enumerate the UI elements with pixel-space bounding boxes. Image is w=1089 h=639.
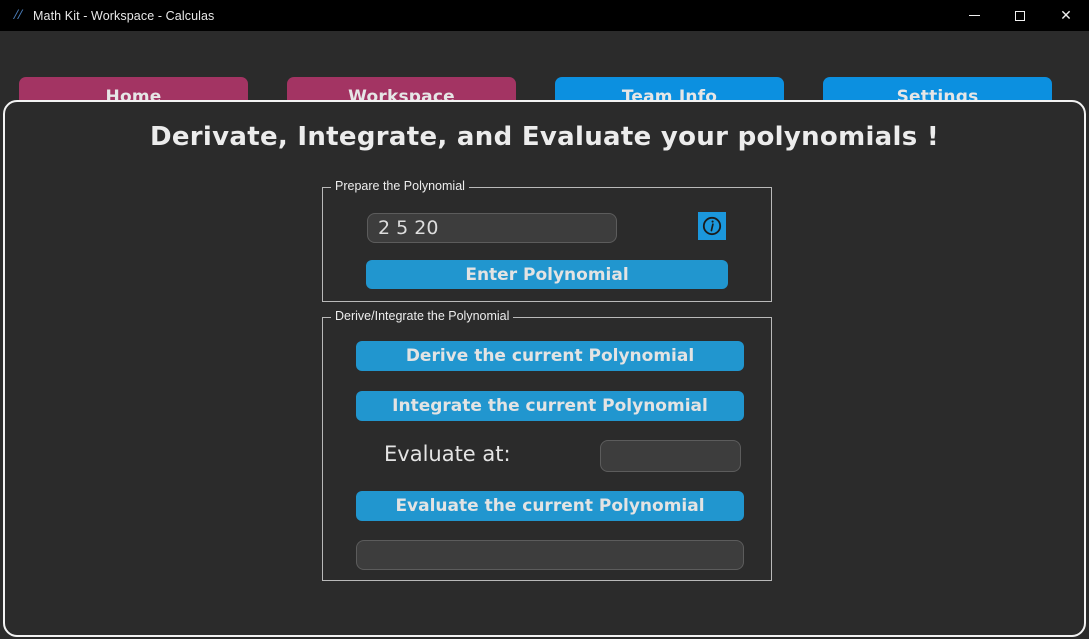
minimize-button[interactable] <box>951 0 997 31</box>
application-window: /​/ Math Kit - Workspace - Calculas ✕ Ho… <box>0 0 1089 639</box>
derive-group-label: Derive/Integrate the Polynomial <box>331 309 514 323</box>
result-output-field[interactable] <box>356 540 744 570</box>
info-circle-icon <box>702 216 722 236</box>
maximize-button[interactable] <box>997 0 1043 31</box>
page-title: Derivate, Integrate, and Evaluate your p… <box>149 122 940 152</box>
title-bar: /​/ Math Kit - Workspace - Calculas ✕ <box>0 0 1089 31</box>
window-title: Math Kit - Workspace - Calculas <box>33 8 215 23</box>
window-controls: ✕ <box>951 0 1089 31</box>
evaluate-at-input[interactable] <box>600 440 741 472</box>
info-button[interactable] <box>698 212 726 240</box>
content-panel: Derivate, Integrate, and Evaluate your p… <box>3 100 1086 637</box>
minimize-icon <box>968 15 980 16</box>
enter-polynomial-button[interactable]: Enter Polynomial <box>366 260 728 289</box>
derive-integrate-group: Derive/Integrate the Polynomial Derive t… <box>322 309 772 581</box>
prepare-polynomial-group: Prepare the Polynomial Enter Polynomial <box>322 179 772 302</box>
integrate-polynomial-button[interactable]: Integrate the current Polynomial <box>356 391 744 421</box>
derive-polynomial-button[interactable]: Derive the current Polynomial <box>356 341 744 371</box>
prepare-group-label: Prepare the Polynomial <box>331 179 469 193</box>
polynomial-input[interactable] <box>367 213 617 243</box>
evaluate-at-label: Evaluate at: <box>384 442 511 466</box>
maximize-icon <box>1015 10 1025 21</box>
navigation-bar: Home Workspace Team Info Settings <box>0 31 1089 116</box>
evaluate-polynomial-button[interactable]: Evaluate the current Polynomial <box>356 491 744 521</box>
close-icon: ✕ <box>1060 7 1072 24</box>
close-button[interactable]: ✕ <box>1043 0 1089 31</box>
app-feather-icon: /​/ <box>13 7 23 23</box>
